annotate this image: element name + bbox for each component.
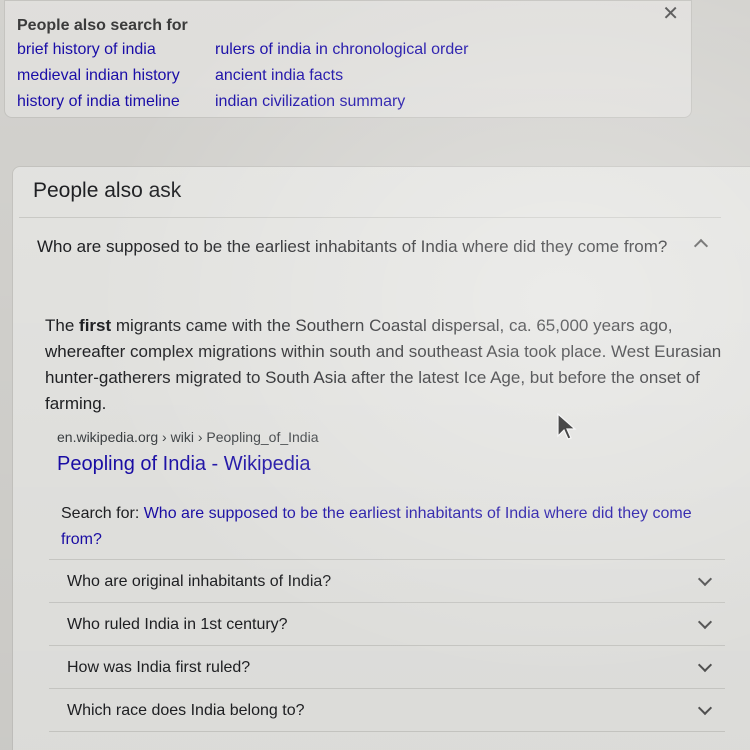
pasf-links: brief history of india rulers of india i… [17,41,679,111]
paa-question[interactable]: Who are original inhabitants of India? [49,559,725,602]
question-text: Which race does India belong to? [67,702,305,719]
pasf-title: People also search for [17,17,188,34]
people-also-search-for-panel: People also search for brief history of … [4,0,692,118]
search-for-query: Who are supposed to be the earliest inha… [61,505,692,548]
close-icon[interactable]: ✕ [662,3,679,25]
answer-bold: first [79,316,112,335]
people-also-ask-panel: People also ask Who are supposed to be t… [12,166,750,750]
search-for-label: Search for: [61,505,144,522]
pasf-link[interactable]: medieval indian history [17,67,199,85]
paa-question-expanded[interactable]: Who are supposed to be the earliest inha… [19,217,721,295]
mouse-cursor-icon [557,412,577,440]
search-for-link[interactable]: Search for: Who are supposed to be the e… [49,497,729,557]
chevron-down-icon[interactable] [697,659,713,675]
pasf-link[interactable]: ancient india facts [215,67,515,85]
question-text: Who ruled India in 1st century? [67,616,288,633]
paa-question[interactable]: Which race does India belong to? [49,688,725,731]
chevron-down-icon[interactable] [697,616,713,632]
paa-question-partial[interactable] [49,731,725,750]
answer-post: migrants came with the Southern Coastal … [45,316,722,413]
question-text: How was India first ruled? [67,659,251,676]
answer-pre: The [45,316,80,335]
chevron-down-icon[interactable] [697,702,713,718]
paa-question[interactable]: How was India first ruled? [49,645,725,688]
chevron-down-icon[interactable] [697,573,713,589]
question-text: Who are supposed to be the earliest inha… [37,237,668,256]
pasf-link[interactable]: rulers of india in chronological order [215,41,515,59]
pasf-link[interactable]: history of india timeline [17,93,199,111]
pasf-link[interactable]: indian civilization summary [215,93,515,111]
chevron-up-icon[interactable] [693,236,709,252]
paa-question[interactable]: Who ruled India in 1st century? [49,602,725,645]
source-url: en.wikipedia.org › wiki › Peopling_of_In… [57,429,319,445]
source-title-link[interactable]: Peopling of India - Wikipedia [57,453,310,476]
pasf-link[interactable]: brief history of india [17,41,199,59]
paa-title: People also ask [33,179,182,202]
answer-snippet: The first migrants came with the Souther… [45,313,725,417]
question-text: Who are original inhabitants of India? [67,573,332,590]
